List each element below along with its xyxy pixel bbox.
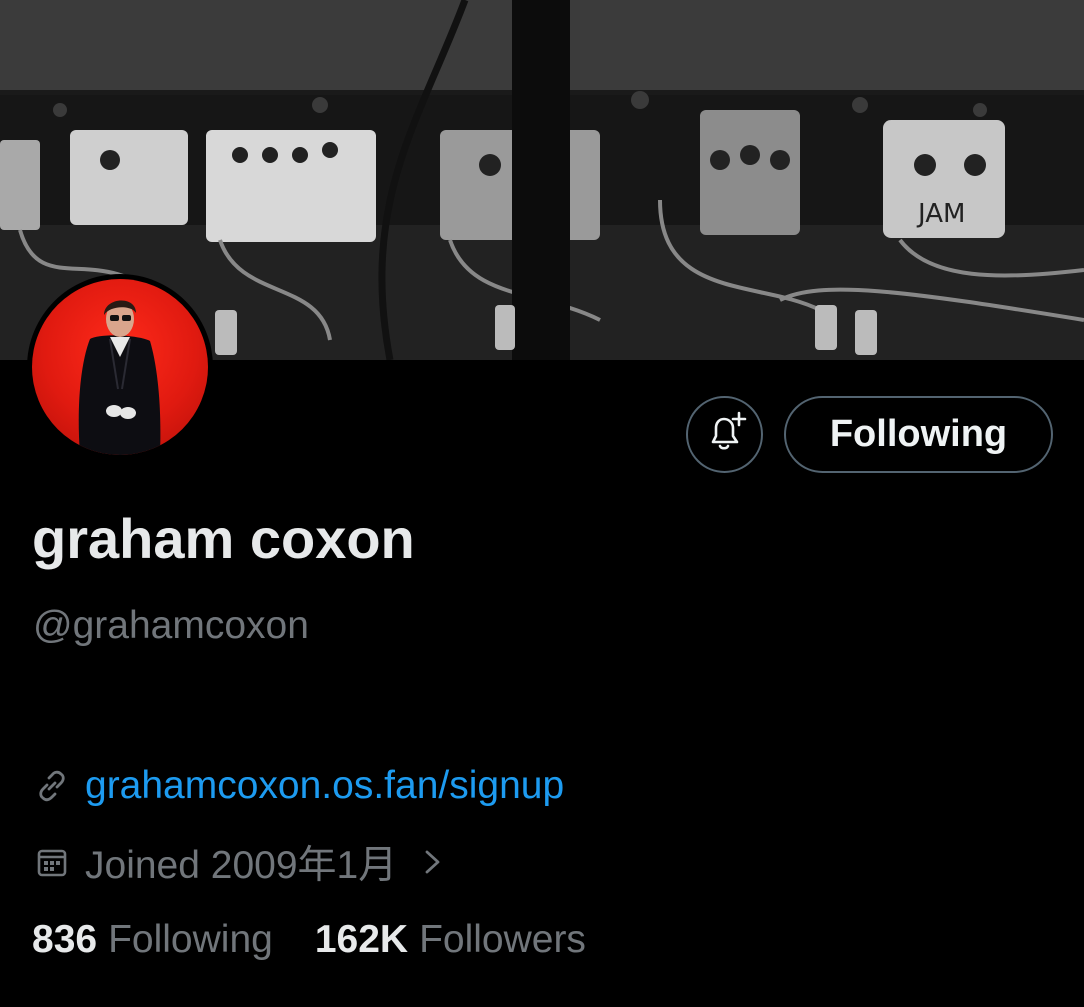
chevron-right-icon[interactable] [421, 843, 449, 881]
bell-plus-icon [703, 410, 747, 459]
link-icon [33, 767, 71, 805]
joined-date: Joined 2009年1月 [85, 844, 398, 887]
joined-row[interactable]: Joined 2009年1月 [33, 834, 449, 890]
follow-stats: 836 Following 162K Followers [32, 918, 628, 962]
pedal-label: JAM [916, 199, 965, 229]
followers-stat[interactable]: 162K Followers [315, 918, 586, 962]
followers-count: 162K [314, 918, 409, 961]
following-count: 836 [32, 918, 98, 961]
user-handle: @grahamcoxon [33, 604, 309, 647]
following-label: Following [108, 918, 273, 961]
display-name: graham coxon [32, 507, 415, 570]
notifications-button[interactable] [686, 396, 763, 473]
following-stat[interactable]: 836 Following [32, 918, 273, 962]
profile-website-link[interactable]: grahamcoxon.os.fan/signup [85, 764, 564, 808]
following-button[interactable]: Following [784, 396, 1053, 473]
following-button-label: Following [829, 413, 1008, 455]
calendar-icon [33, 843, 71, 881]
profile-link-row: grahamcoxon.os.fan/signup [33, 764, 564, 808]
avatar[interactable] [27, 274, 213, 460]
followers-label: Followers [419, 918, 586, 961]
avatar-image [32, 279, 208, 455]
